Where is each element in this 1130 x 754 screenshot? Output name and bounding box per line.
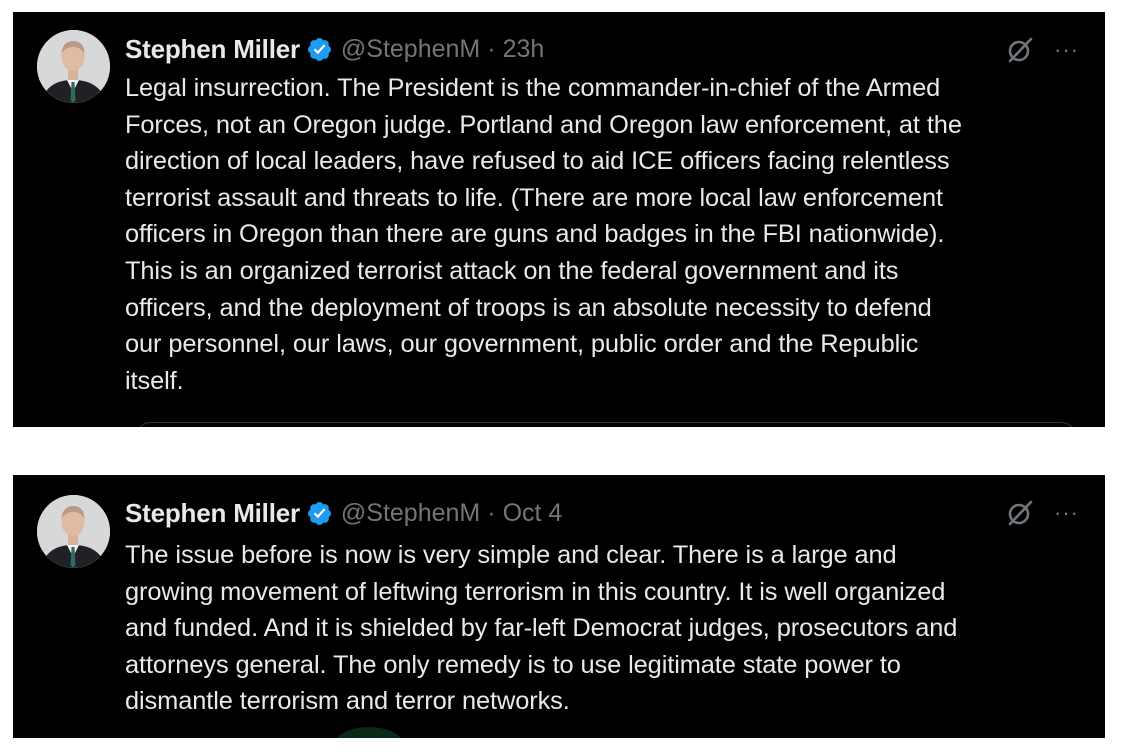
verified-badge-icon[interactable] bbox=[306, 36, 333, 63]
more-icon[interactable]: ··· bbox=[1054, 39, 1079, 61]
author-name[interactable]: Stephen Miller bbox=[125, 34, 300, 65]
grok-icon[interactable] bbox=[1006, 499, 1034, 527]
media-preview-edge bbox=[333, 727, 405, 738]
avatar[interactable] bbox=[37, 30, 110, 103]
tweet-card[interactable]: Stephen Miller @StephenM · Oct 4 ··· The… bbox=[13, 475, 1105, 738]
author-handle[interactable]: @StephenM bbox=[341, 35, 480, 64]
tweet-actions: ··· bbox=[1006, 36, 1079, 64]
more-icon[interactable]: ··· bbox=[1054, 502, 1079, 524]
tweet-text: Legal insurrection. The President is the… bbox=[125, 74, 962, 395]
avatar[interactable] bbox=[37, 495, 110, 568]
verified-badge-icon[interactable] bbox=[306, 500, 333, 527]
tweet-actions: ··· bbox=[1006, 499, 1079, 527]
grok-icon[interactable] bbox=[1006, 36, 1034, 64]
tweet-text: The issue before is now is very simple a… bbox=[125, 541, 958, 716]
tweet-header: Stephen Miller @StephenM · Oct 4 bbox=[125, 496, 562, 530]
separator-dot: · bbox=[487, 34, 496, 63]
tweet-card[interactable]: Stephen Miller @StephenM · 23h ··· Legal… bbox=[13, 12, 1105, 427]
author-handle[interactable]: @StephenM bbox=[341, 499, 480, 528]
timestamp[interactable]: Oct 4 bbox=[503, 499, 563, 528]
media-card[interactable] bbox=[135, 422, 1077, 427]
tweet-header: Stephen Miller @StephenM · 23h bbox=[125, 32, 544, 66]
author-name[interactable]: Stephen Miller bbox=[125, 498, 300, 529]
separator-dot: · bbox=[487, 498, 496, 527]
timestamp[interactable]: 23h bbox=[503, 35, 545, 64]
